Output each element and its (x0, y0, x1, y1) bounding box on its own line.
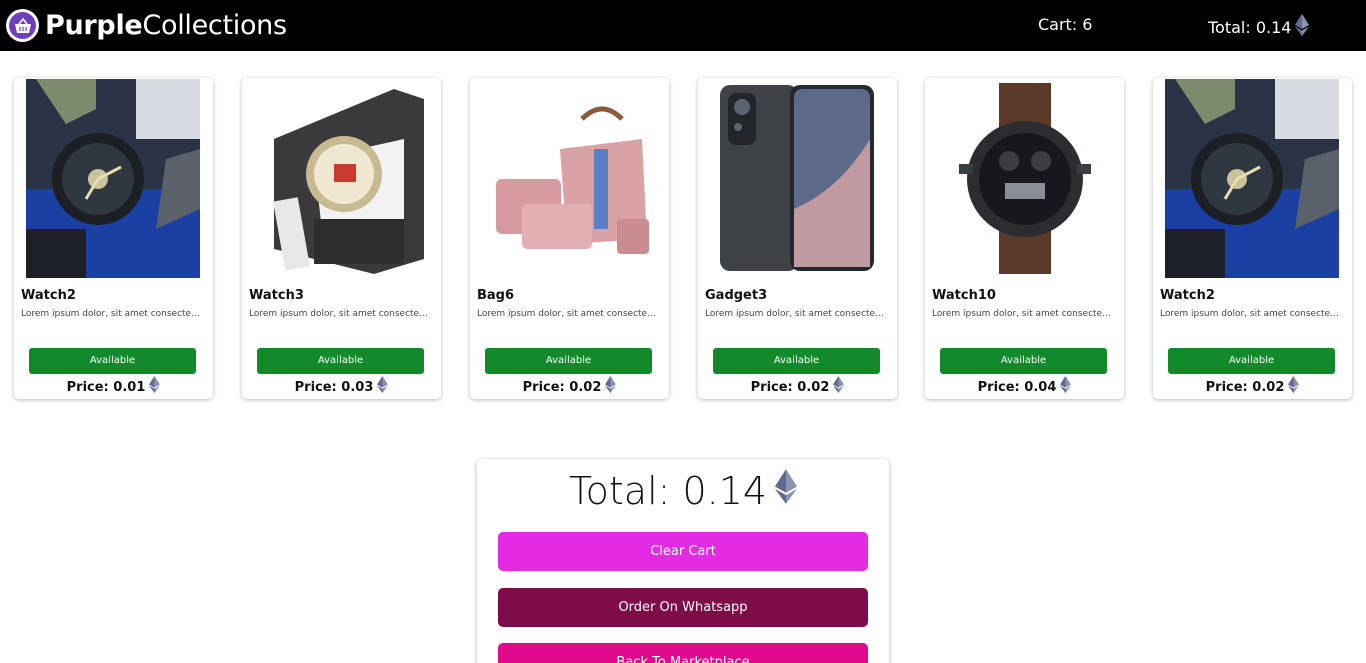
product-price-label: Price: 0.02 (522, 379, 602, 395)
availability-button[interactable]: Available (940, 348, 1107, 374)
ethereum-icon (149, 376, 161, 399)
product-name: Gadget3 (705, 288, 768, 303)
product-name: Bag6 (477, 288, 515, 303)
product-price: Price: 0.04 (925, 376, 1124, 399)
brand[interactable]: PurpleCollections (6, 9, 287, 42)
gadget3-image[interactable] (710, 79, 884, 278)
brand-name-bold: Purple (45, 10, 143, 41)
product-price: Price: 0.02 (1153, 376, 1352, 399)
availability-button[interactable]: Available (257, 348, 424, 374)
product-card[interactable]: Bag6 Lorem ipsum dolor, sit amet consect… (470, 78, 669, 399)
product-card[interactable]: Watch10 Lorem ipsum dolor, sit amet cons… (925, 78, 1124, 399)
header-total-label: Total: 0.14 (1208, 18, 1292, 37)
cart-total: Total: 0.14 (477, 469, 889, 513)
product-description: Lorem ipsum dolor, sit amet consectetur … (932, 309, 1112, 319)
product-price: Price: 0.03 (242, 376, 441, 399)
product-price: Price: 0.02 (698, 376, 897, 399)
order-on-whatsapp-button[interactable]: Order On Whatsapp (498, 588, 868, 627)
availability-button[interactable]: Available (1168, 348, 1335, 374)
header-total: Total: 0.14 (1208, 14, 1310, 42)
product-card[interactable]: Watch3 Lorem ipsum dolor, sit amet conse… (242, 78, 441, 399)
cart-count[interactable]: Cart: 6 (1038, 14, 1092, 36)
ethereum-icon (605, 376, 617, 399)
brand-name: PurpleCollections (45, 9, 287, 42)
availability-button[interactable]: Available (29, 348, 196, 374)
brand-name-light: Collections (142, 10, 287, 41)
product-list: Watch2 Lorem ipsum dolor, sit amet conse… (14, 78, 1352, 400)
product-price-label: Price: 0.02 (750, 379, 830, 395)
product-price-label: Price: 0.02 (1205, 379, 1285, 395)
product-price: Price: 0.01 (14, 376, 213, 399)
product-card[interactable]: Watch2 Lorem ipsum dolor, sit amet conse… (14, 78, 213, 399)
product-price-label: Price: 0.01 (66, 379, 146, 395)
product-price: Price: 0.02 (470, 376, 669, 399)
cart-total-label: Total: 0.14 (568, 469, 768, 513)
product-name: Watch10 (932, 288, 996, 303)
product-name: Watch2 (21, 288, 76, 303)
ethereum-icon (775, 469, 798, 513)
ethereum-icon (377, 376, 389, 399)
back-to-marketplace-button[interactable]: Back To Marketplace (498, 643, 868, 663)
availability-button[interactable]: Available (713, 348, 880, 374)
ethereum-icon (1295, 14, 1310, 42)
availability-button[interactable]: Available (485, 348, 652, 374)
clear-cart-button[interactable]: Clear Cart (498, 532, 868, 571)
product-description: Lorem ipsum dolor, sit amet consectetur … (477, 309, 657, 319)
product-name: Watch2 (1160, 288, 1215, 303)
watch2-image[interactable] (26, 79, 200, 278)
product-price-label: Price: 0.03 (294, 379, 374, 395)
ethereum-icon (1060, 376, 1072, 399)
product-price-label: Price: 0.04 (977, 379, 1057, 395)
ethereum-icon (833, 376, 845, 399)
product-description: Lorem ipsum dolor, sit amet consectetur … (21, 309, 201, 319)
ethereum-icon (1288, 376, 1300, 399)
shopping-basket-icon (6, 9, 39, 42)
watch2-image[interactable] (1165, 79, 1339, 278)
product-name: Watch3 (249, 288, 304, 303)
watch10-image[interactable] (937, 79, 1111, 278)
product-description: Lorem ipsum dolor, sit amet consectetur … (249, 309, 429, 319)
product-description: Lorem ipsum dolor, sit amet consectetur … (705, 309, 885, 319)
bag6-image[interactable] (482, 79, 656, 278)
product-card[interactable]: Watch2 Lorem ipsum dolor, sit amet conse… (1153, 78, 1352, 399)
cart-summary: Total: 0.14 Clear Cart Order On Whatsapp… (477, 459, 889, 663)
navbar: PurpleCollections Cart: 6 Total: 0.14 (0, 0, 1366, 51)
product-description: Lorem ipsum dolor, sit amet consectetur … (1160, 309, 1340, 319)
product-card[interactable]: Gadget3 Lorem ipsum dolor, sit amet cons… (698, 78, 897, 399)
watch3-image[interactable] (254, 79, 428, 278)
